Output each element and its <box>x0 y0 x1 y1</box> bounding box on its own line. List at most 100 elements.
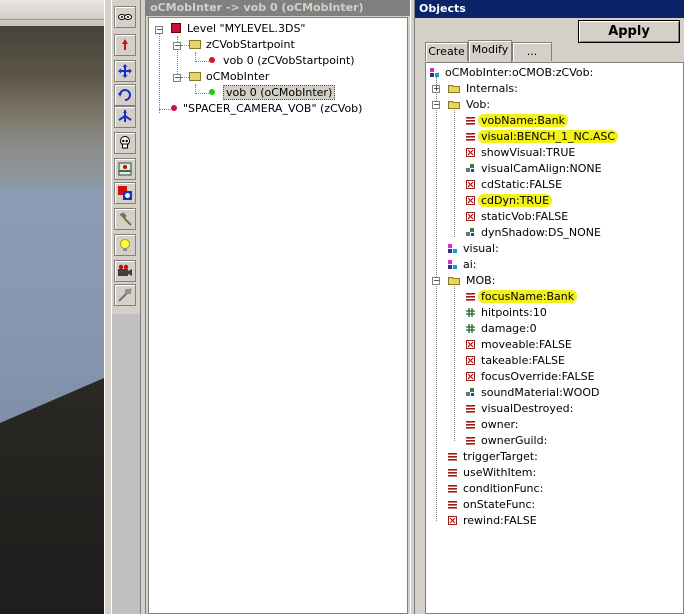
folder-icon <box>189 39 201 49</box>
red-dot-icon <box>209 57 215 63</box>
property-row[interactable]: cdDyn:TRUE <box>466 193 553 209</box>
class-icon <box>448 241 463 257</box>
property-label: visualDestroyed: <box>481 402 574 415</box>
collapse-toggle[interactable]: − <box>432 277 440 285</box>
int-icon <box>466 305 481 321</box>
property-row[interactable]: staticVob:FALSE <box>466 209 568 225</box>
property-label: triggerTarget: <box>463 450 538 463</box>
property-row[interactable]: cdStatic:FALSE <box>466 177 562 193</box>
property-label: rewind:FALSE <box>463 514 537 527</box>
property-row[interactable]: hitpoints:10 <box>466 305 547 321</box>
property-label: visual: <box>463 242 499 255</box>
property-label: focusName:Bank <box>478 290 578 303</box>
property-row[interactable]: rewind:FALSE <box>448 513 537 529</box>
property-row[interactable]: oCMobInter:oCMOB:zCVob: <box>430 65 593 81</box>
expand-toggle[interactable]: + <box>432 85 440 93</box>
camera-path-icon[interactable] <box>114 284 136 306</box>
bool-icon <box>466 209 481 225</box>
tree-collapse-toggle[interactable]: − <box>173 42 181 50</box>
property-row[interactable]: onStateFunc: <box>448 497 535 513</box>
tree-node-vob-startpoint[interactable]: vob 0 (zCVobStartpoint) <box>209 53 355 69</box>
scale-icon[interactable] <box>114 106 136 128</box>
property-label: onStateFunc: <box>463 498 536 511</box>
property-row[interactable]: ai: <box>448 257 477 273</box>
vob-insert-icon[interactable] <box>114 158 136 180</box>
rotate-icon[interactable] <box>114 84 136 106</box>
property-row[interactable]: soundMaterial:WOOD <box>466 385 599 401</box>
property-label: ownerGuild: <box>481 434 548 447</box>
folder-icon <box>448 81 466 97</box>
property-row[interactable]: MOB: <box>448 273 495 289</box>
eyes-icon[interactable] <box>114 6 136 28</box>
tree-node-ocmobinter[interactable]: oCMobInter <box>189 69 269 85</box>
tree-node-label: vob 0 (oCMobInter) <box>223 85 336 100</box>
property-label: dynShadow:DS_NONE <box>481 226 601 239</box>
property-row[interactable]: visualDestroyed: <box>466 401 573 417</box>
tab-more[interactable]: ... <box>512 42 552 61</box>
tree-node-zcvobstartpoint[interactable]: zCVobStartpoint <box>189 37 295 53</box>
viewport-sky <box>0 26 104 188</box>
tree-collapse-toggle[interactable]: − <box>155 26 163 34</box>
camera-icon[interactable] <box>114 260 136 282</box>
tree-node-level[interactable]: Level "MYLEVEL.3DS" <box>171 21 306 37</box>
property-row[interactable]: visualCamAlign:NONE <box>466 161 602 177</box>
viewport-header <box>0 0 104 27</box>
property-label: hitpoints:10 <box>481 306 547 319</box>
tree-node-label: "SPACER_CAMERA_VOB" (zCVob) <box>183 102 363 115</box>
tab-create[interactable]: Create <box>425 42 468 61</box>
property-row[interactable]: useWithItem: <box>448 465 536 481</box>
property-label: Internals: <box>466 82 518 95</box>
property-label: showVisual:TRUE <box>481 146 576 159</box>
level-icon <box>171 23 181 33</box>
property-row[interactable]: ownerGuild: <box>466 433 547 449</box>
property-row[interactable]: damage:0 <box>466 321 537 337</box>
bool-icon <box>466 337 481 353</box>
property-label: visualCamAlign:NONE <box>481 162 602 175</box>
portal-icon[interactable] <box>114 182 136 204</box>
property-row[interactable]: visual:BENCH_1_NC.ASC <box>466 129 619 145</box>
property-label: cdStatic:FALSE <box>481 178 563 191</box>
property-row[interactable]: moveable:FALSE <box>466 337 572 353</box>
property-row[interactable]: focusOverride:FALSE <box>466 369 595 385</box>
property-row[interactable]: takeable:FALSE <box>466 353 565 369</box>
enum-icon <box>466 225 481 241</box>
enum-icon <box>466 161 481 177</box>
enum-icon <box>466 385 481 401</box>
property-row[interactable]: dynShadow:DS_NONE <box>466 225 601 241</box>
light-bulb-icon[interactable] <box>114 234 136 256</box>
3d-viewport[interactable] <box>0 0 104 614</box>
tree-collapse-toggle[interactable]: − <box>173 74 181 82</box>
property-row[interactable]: visual: <box>448 241 499 257</box>
collapse-toggle[interactable]: − <box>432 101 440 109</box>
property-label: moveable:FALSE <box>481 338 572 351</box>
property-label: oCMobInter:oCMOB:zCVob: <box>445 66 594 79</box>
tree-node-vob-mobinter-selected[interactable]: vob 0 (oCMobInter) <box>209 85 336 101</box>
tree-node-spacer-camera[interactable]: "SPACER_CAMERA_VOB" (zCVob) <box>171 101 362 117</box>
property-label: owner: <box>481 418 519 431</box>
property-label: focusOverride:FALSE <box>481 370 595 383</box>
move-up-icon[interactable] <box>114 34 136 56</box>
property-row[interactable]: triggerTarget: <box>448 449 538 465</box>
move-axes-icon[interactable] <box>114 60 136 82</box>
tree-node-label: oCMobInter <box>206 70 270 83</box>
objects-panel-title: Objects <box>415 0 684 18</box>
property-row[interactable]: Internals: <box>448 81 518 97</box>
apply-button[interactable]: Apply <box>578 20 680 43</box>
skull-icon[interactable] <box>114 132 136 154</box>
tree-panel-title: oCMobInter -> vob 0 (oCMobInter) <box>146 0 410 16</box>
property-row[interactable]: focusName:Bank <box>466 289 578 305</box>
property-row[interactable]: conditionFunc: <box>448 481 543 497</box>
objects-panel: Objects Apply Create Modify ... + − − oC… <box>415 0 684 614</box>
bool-icon <box>466 369 481 385</box>
property-row[interactable]: vobName:Bank <box>466 113 569 129</box>
property-label: visual:BENCH_1_NC.ASC <box>478 130 619 143</box>
hammer-icon[interactable] <box>114 208 136 230</box>
property-label: takeable:FALSE <box>481 354 565 367</box>
property-row[interactable]: showVisual:TRUE <box>466 145 575 161</box>
property-row[interactable]: Vob: <box>448 97 490 113</box>
property-label: MOB: <box>466 274 496 287</box>
tab-modify[interactable]: Modify <box>468 40 512 62</box>
property-label: ai: <box>463 258 477 271</box>
property-row[interactable]: owner: <box>466 417 519 433</box>
string-icon <box>448 481 463 497</box>
